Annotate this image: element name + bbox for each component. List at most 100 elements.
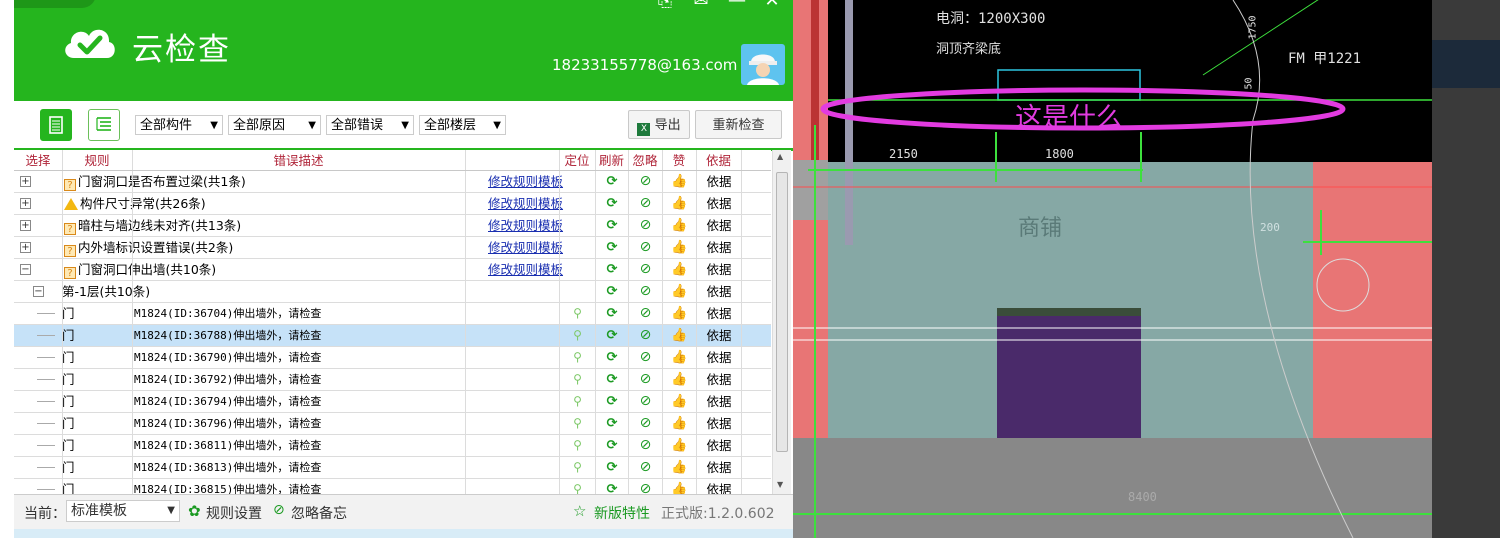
thumbs-up-icon[interactable]: 👍 xyxy=(663,369,696,390)
thumbs-up-icon[interactable]: 👍 xyxy=(663,259,696,280)
collapse-icon[interactable]: − xyxy=(20,264,31,275)
refresh-icon[interactable]: ⟳ xyxy=(596,479,628,494)
thumbs-up-icon[interactable]: 👍 xyxy=(663,193,696,214)
refresh-icon[interactable]: ⟳ xyxy=(596,413,628,434)
minimize-icon[interactable]: — xyxy=(726,0,748,11)
ignore-icon[interactable]: ⊘ xyxy=(629,391,662,412)
ignore-icon[interactable]: ⊘ xyxy=(629,479,662,494)
locate-icon[interactable]: ⚲ xyxy=(560,303,595,324)
thumbs-up-icon[interactable]: 👍 xyxy=(663,171,696,192)
refresh-icon[interactable]: ⟳ xyxy=(596,391,628,412)
component-filter[interactable]: 全部构件 ▼ xyxy=(135,115,223,135)
thumbs-up-icon[interactable]: 👍 xyxy=(663,435,696,456)
expand-icon[interactable]: + xyxy=(20,176,31,187)
share-icon[interactable]: ⎘ xyxy=(654,0,676,11)
ignore-icon[interactable]: ⊘ xyxy=(629,303,662,324)
ignore-icon[interactable]: ⊘ xyxy=(629,347,662,368)
user-email[interactable]: 18233155778@163.com xyxy=(552,56,737,74)
cad-drawing-view[interactable]: 电洞：1200X300 洞顶齐梁底 FM 甲1221 这是什么 商铺 2150 … xyxy=(793,0,1432,538)
error-item-row[interactable]: 门 M1824(ID:36815)伸出墙外，请检查 ⚲ ⟳ ⊘ 👍 依据 xyxy=(14,479,771,494)
ignore-icon[interactable]: ⊘ xyxy=(629,237,662,258)
star-icon[interactable]: ☆ xyxy=(573,502,586,520)
basis-link[interactable]: 依据 xyxy=(697,347,741,368)
basis-link[interactable]: 依据 xyxy=(697,193,741,214)
header-corner-tab[interactable] xyxy=(14,0,96,8)
refresh-icon[interactable]: ⟳ xyxy=(596,193,628,214)
ignore-memo-link[interactable]: 忽略备忘 xyxy=(291,503,347,523)
list-view-button[interactable] xyxy=(40,109,72,141)
floor-filter[interactable]: 全部楼层 ▼ xyxy=(419,115,506,135)
error-item-row[interactable]: 门 M1824(ID:36704)伸出墙外，请检查 ⚲ ⟳ ⊘ 👍 依据 xyxy=(14,303,771,325)
edit-rule-template-link[interactable]: 修改规则模板 xyxy=(488,193,578,214)
tree-view-button[interactable] xyxy=(88,109,120,141)
thumbs-up-icon[interactable]: 👍 xyxy=(663,303,696,324)
locate-icon[interactable]: ⚲ xyxy=(560,325,595,346)
refresh-icon[interactable]: ⟳ xyxy=(596,237,628,258)
basis-link[interactable]: 依据 xyxy=(697,369,741,390)
edit-rule-template-link[interactable]: 修改规则模板 xyxy=(488,215,578,236)
rule-row[interactable]: + 构件尺寸异常(共26条) 修改规则模板 ⟳ ⊘ 👍 依据 xyxy=(14,193,771,215)
edit-rule-template-link[interactable]: 修改规则模板 xyxy=(488,237,578,258)
ignore-icon[interactable]: ⊘ xyxy=(629,215,662,236)
mail-icon[interactable]: ✉ xyxy=(690,0,712,11)
table-scrollbar[interactable]: ▲ ▼ xyxy=(772,150,791,494)
thumbs-up-icon[interactable]: 👍 xyxy=(663,281,696,302)
expand-icon[interactable]: + xyxy=(20,220,31,231)
error-item-row[interactable]: 门 M1824(ID:36788)伸出墙外，请检查 ⚲ ⟳ ⊘ 👍 依据 xyxy=(14,325,771,347)
locate-icon[interactable]: ⚲ xyxy=(560,391,595,412)
error-item-row[interactable]: 门 M1824(ID:36811)伸出墙外，请检查 ⚲ ⟳ ⊘ 👍 依据 xyxy=(14,435,771,457)
ignore-icon[interactable]: ⊘ xyxy=(629,171,662,192)
rule-row[interactable]: +? 内外墙标识设置错误(共2条) 修改规则模板 ⟳ ⊘ 👍 依据 xyxy=(14,237,771,259)
export-button[interactable]: X 导出 xyxy=(628,110,690,139)
basis-link[interactable]: 依据 xyxy=(697,237,741,258)
ignore-icon[interactable]: ⊘ xyxy=(629,193,662,214)
floor-group-row[interactable]: − 第-1层(共10条) ⟳ ⊘ 👍 依据 xyxy=(14,281,771,303)
rule-row[interactable]: −? 门窗洞口伸出墙(共10条) 修改规则模板 ⟳ ⊘ 👍 依据 xyxy=(14,259,771,281)
basis-link[interactable]: 依据 xyxy=(697,325,741,346)
gear-icon[interactable]: ✿ xyxy=(188,502,201,520)
ignore-icon[interactable]: ⊘ xyxy=(629,435,662,456)
refresh-icon[interactable]: ⟳ xyxy=(596,457,628,478)
refresh-icon[interactable]: ⟳ xyxy=(596,281,628,302)
refresh-icon[interactable]: ⟳ xyxy=(596,171,628,192)
error-item-row[interactable]: 门 M1824(ID:36792)伸出墙外，请检查 ⚲ ⟳ ⊘ 👍 依据 xyxy=(14,369,771,391)
basis-link[interactable]: 依据 xyxy=(697,435,741,456)
basis-link[interactable]: 依据 xyxy=(697,171,741,192)
expand-icon[interactable]: + xyxy=(20,242,31,253)
rule-row[interactable]: +? 门窗洞口是否布置过梁(共1条) 修改规则模板 ⟳ ⊘ 👍 依据 xyxy=(14,171,771,193)
new-features-link[interactable]: 新版特性 xyxy=(594,503,650,523)
ignore-icon[interactable]: ⊘ xyxy=(629,281,662,302)
ignore-icon[interactable]: ⊘ xyxy=(629,413,662,434)
refresh-icon[interactable]: ⟳ xyxy=(596,259,628,280)
thumbs-up-icon[interactable]: 👍 xyxy=(663,391,696,412)
edit-rule-template-link[interactable]: 修改规则模板 xyxy=(488,259,578,280)
locate-icon[interactable]: ⚲ xyxy=(560,347,595,368)
ignore-icon[interactable]: ⊘ xyxy=(629,259,662,280)
basis-link[interactable]: 依据 xyxy=(697,457,741,478)
basis-link[interactable]: 依据 xyxy=(697,391,741,412)
edit-rule-template-link[interactable]: 修改规则模板 xyxy=(488,171,578,192)
refresh-icon[interactable]: ⟳ xyxy=(596,435,628,456)
locate-icon[interactable]: ⚲ xyxy=(560,369,595,390)
thumbs-up-icon[interactable]: 👍 xyxy=(663,237,696,258)
ignore-icon[interactable]: ⊘ xyxy=(629,325,662,346)
recheck-button[interactable]: 重新检查 xyxy=(695,110,782,139)
thumbs-up-icon[interactable]: 👍 xyxy=(663,479,696,494)
rule-settings-link[interactable]: 规则设置 xyxy=(206,503,262,523)
locate-icon[interactable]: ⚲ xyxy=(560,435,595,456)
scroll-up-icon[interactable]: ▲ xyxy=(777,152,783,161)
basis-link[interactable]: 依据 xyxy=(697,413,741,434)
thumbs-up-icon[interactable]: 👍 xyxy=(663,215,696,236)
thumbs-up-icon[interactable]: 👍 xyxy=(663,457,696,478)
error-item-row[interactable]: 门 M1824(ID:36796)伸出墙外，请检查 ⚲ ⟳ ⊘ 👍 依据 xyxy=(14,413,771,435)
basis-link[interactable]: 依据 xyxy=(697,479,741,494)
template-select[interactable]: 标准模板 ▼ xyxy=(66,500,180,522)
refresh-icon[interactable]: ⟳ xyxy=(596,215,628,236)
collapse-icon[interactable]: − xyxy=(33,286,44,297)
close-icon[interactable]: ✕ xyxy=(761,0,783,11)
refresh-icon[interactable]: ⟳ xyxy=(596,369,628,390)
scroll-down-icon[interactable]: ▼ xyxy=(777,480,783,489)
ignore-icon[interactable]: ⊘ xyxy=(273,502,285,518)
reason-filter[interactable]: 全部原因 ▼ xyxy=(228,115,321,135)
ignore-icon[interactable]: ⊘ xyxy=(629,457,662,478)
